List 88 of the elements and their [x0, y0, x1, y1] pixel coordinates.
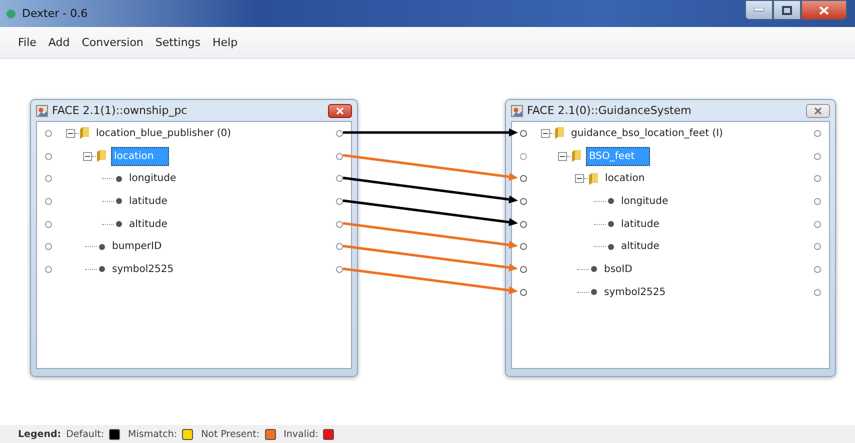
- bullet-icon: [116, 198, 122, 204]
- minimize-button[interactable]: [745, 0, 773, 20]
- window-icon: [36, 104, 48, 116]
- tree-item[interactable]: bumperID: [110, 239, 164, 254]
- port-icon[interactable]: [814, 152, 821, 160]
- port-icon[interactable]: [336, 198, 343, 205]
- port-icon[interactable]: [520, 266, 527, 273]
- menu-item[interactable]: Help: [206, 34, 244, 51]
- folder-icon: [554, 126, 564, 140]
- bullet-icon: [99, 244, 105, 250]
- tree-item[interactable]: longitude: [127, 171, 178, 186]
- port-icon[interactable]: [814, 130, 821, 137]
- tree-item[interactable]: latitude: [127, 194, 170, 209]
- close-button[interactable]: [801, 0, 847, 20]
- collapse-icon[interactable]: [575, 174, 584, 184]
- close-icon: [819, 6, 829, 14]
- port-icon[interactable]: [814, 220, 821, 228]
- port-icon[interactable]: [520, 220, 527, 228]
- menu-item[interactable]: Settings: [149, 34, 207, 51]
- legend-label: Mismatch:: [128, 428, 178, 440]
- tree-item[interactable]: altitude: [619, 239, 662, 254]
- folder-icon: [571, 149, 581, 164]
- port-icon[interactable]: [520, 175, 527, 182]
- close-button[interactable]: [328, 104, 352, 118]
- bullet-icon: [99, 266, 105, 272]
- port-icon[interactable]: [45, 130, 52, 137]
- port-icon[interactable]: [520, 130, 527, 137]
- close-icon: [336, 106, 344, 114]
- port-icon[interactable]: [45, 152, 52, 160]
- menu-item[interactable]: Add: [42, 34, 76, 51]
- collapse-icon[interactable]: [66, 128, 75, 138]
- port-icon[interactable]: [520, 198, 527, 205]
- folder-icon: [588, 172, 598, 186]
- port-icon[interactable]: [520, 243, 527, 250]
- minimize-icon: [754, 8, 764, 12]
- menu-item[interactable]: Conversion: [76, 34, 150, 51]
- panel-title: FACE 2.1(1)::ownship_pc: [52, 104, 188, 117]
- maximize-icon: [782, 6, 792, 14]
- port-icon[interactable]: [336, 152, 343, 160]
- bullet-icon: [608, 221, 614, 228]
- port-icon[interactable]: [336, 130, 343, 137]
- legend-label: Default:: [66, 428, 104, 440]
- port-icon[interactable]: [814, 288, 821, 296]
- close-button[interactable]: [806, 104, 830, 118]
- close-icon: [814, 106, 822, 114]
- collapse-icon[interactable]: [83, 152, 92, 161]
- port-icon[interactable]: [45, 243, 52, 250]
- port-icon[interactable]: [814, 243, 821, 250]
- tree-item[interactable]: altitude: [127, 216, 170, 232]
- collapse-icon[interactable]: [558, 152, 567, 161]
- menu-item[interactable]: File: [12, 34, 42, 51]
- app-icon: [6, 8, 16, 18]
- tree-item[interactable]: location_blue_publisher (0): [94, 126, 234, 141]
- port-icon[interactable]: [336, 220, 343, 228]
- port-icon[interactable]: [814, 266, 821, 273]
- bullet-icon: [116, 221, 122, 228]
- maximize-button[interactable]: [773, 0, 801, 20]
- window-title: Dexter - 0.6: [22, 7, 88, 20]
- window-icon: [511, 104, 523, 116]
- port-icon[interactable]: [336, 243, 343, 250]
- tree-item[interactable]: longitude: [619, 194, 670, 209]
- legend-label: Invalid:: [284, 428, 318, 440]
- port-icon[interactable]: [520, 288, 527, 296]
- tree-item[interactable]: guidance_bso_location_feet (I): [569, 126, 725, 141]
- port-icon[interactable]: [814, 198, 821, 205]
- panel-title: FACE 2.1(0)::GuidanceSystem: [527, 104, 692, 117]
- legend-label: Not Present:: [201, 428, 260, 440]
- port-icon[interactable]: [814, 175, 821, 182]
- port-icon[interactable]: [45, 220, 52, 228]
- folder-icon: [96, 149, 106, 164]
- bullet-icon: [608, 244, 614, 250]
- tree-item[interactable]: latitude: [619, 216, 662, 232]
- folder-icon: [79, 126, 89, 140]
- bullet-icon: [591, 289, 597, 296]
- port-icon[interactable]: [45, 198, 52, 205]
- collapse-icon[interactable]: [541, 128, 550, 138]
- port-icon[interactable]: [45, 266, 52, 273]
- legend-title: Legend:: [18, 428, 62, 440]
- bullet-icon: [591, 266, 597, 272]
- tree-item[interactable]: location: [603, 171, 647, 186]
- port-icon[interactable]: [336, 175, 343, 182]
- port-icon[interactable]: [336, 266, 343, 273]
- bullet-icon: [116, 176, 122, 182]
- tree-item[interactable]: symbol2525: [110, 262, 176, 277]
- port-icon[interactable]: [45, 175, 52, 182]
- tree-item[interactable]: bsoID: [602, 262, 634, 277]
- tree-item[interactable]: symbol2525: [602, 284, 668, 300]
- bullet-icon: [608, 198, 614, 204]
